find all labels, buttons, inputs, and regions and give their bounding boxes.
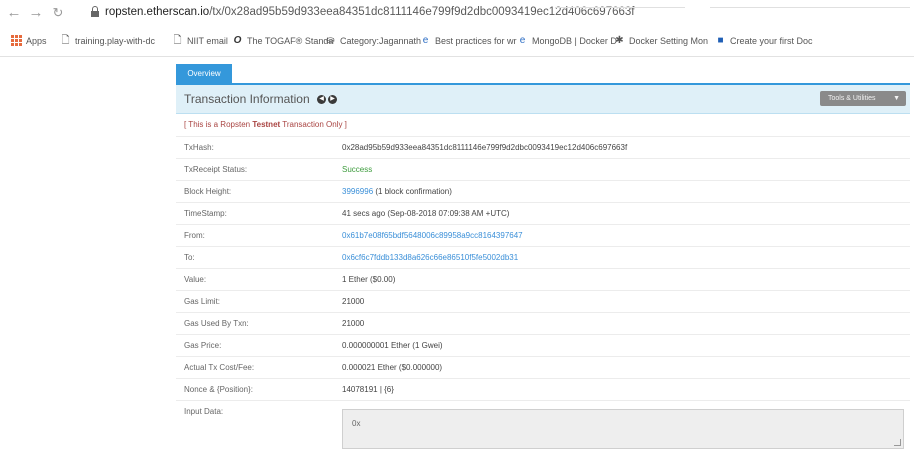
tab-overview[interactable]: Overview: [176, 64, 232, 83]
lock-icon[interactable]: [91, 6, 99, 18]
gas-price-value: 0.000000001 Ether (1 Gwei): [342, 341, 443, 350]
bookmark-mongodb[interactable]: e MongoDB | Docker D: [517, 35, 617, 46]
caret-down-icon: ▼: [893, 95, 900, 102]
bookmark-category[interactable]: ⛀ Category:Jagannath: [325, 35, 421, 46]
bookmark-create-doc[interactable]: ■ Create your first Doc: [715, 35, 813, 46]
row-label: Gas Used By Txn:: [184, 319, 249, 328]
docker-icon: ✱: [615, 35, 624, 46]
tx-fee-value: 0.000021 Ether ($0.000000): [342, 363, 443, 372]
tools-label: Tools & Utilities: [828, 95, 876, 102]
wiki-icon: ⛀: [326, 35, 335, 46]
block-confirmations: (1 block confirmation): [373, 187, 452, 196]
timestamp-value: 41 secs ago (Sep-08-2018 07:09:38 AM +UT…: [342, 209, 510, 218]
tools-utilities-button[interactable]: Tools & Utilities ▼: [820, 91, 906, 106]
row-label: Value:: [184, 275, 207, 284]
row-gas-price: Gas Price: 0.000000001 Ether (1 Gwei): [176, 334, 910, 357]
url-host: ropsten.etherscan.io: [105, 6, 210, 18]
testnet-notice: [ This is a Ropsten Testnet Transaction …: [184, 120, 347, 129]
row-to: To: 0x6cf6c7fddb133d8a626c66e86510f5fe50…: [176, 246, 910, 269]
row-tx-fee: Actual Tx Cost/Fee: 0.000021 Ether ($0.0…: [176, 356, 910, 379]
row-label: Actual Tx Cost/Fee:: [184, 363, 255, 372]
row-gas-used: Gas Used By Txn: 21000: [176, 312, 910, 335]
next-tx-icon[interactable]: ▶: [328, 95, 337, 104]
tab-divider: [710, 7, 910, 8]
prev-tx-icon[interactable]: ◀: [317, 95, 326, 104]
bookmark-label: MongoDB | Docker D: [532, 35, 617, 46]
panel-header: Transaction Information ◀ ▶ Tools & Util…: [176, 85, 910, 114]
tab-strip: Overview: [176, 64, 910, 85]
bookmark-label: NIIT email: [187, 35, 228, 46]
bookmarks-bar: Apps 🗋 training.play-with-dc 🗋 NIIT emai…: [0, 27, 914, 57]
row-label: To:: [184, 253, 195, 262]
bookmark-label: Apps: [26, 35, 47, 46]
row-label: Gas Limit:: [184, 297, 221, 306]
input-data-textarea[interactable]: 0x: [342, 409, 904, 449]
value-amount: 1 Ether ($0.00): [342, 275, 396, 284]
row-nonce: Nonce & {Position}: 14078191 | {6}: [176, 378, 910, 401]
bookmark-training[interactable]: 🗋 training.play-with-dc: [60, 35, 155, 46]
row-block-height: Block Height: 3996996 (1 block confirmat…: [176, 180, 910, 203]
blue-square-icon: ■: [717, 35, 724, 46]
forward-arrow-icon[interactable]: →: [28, 5, 44, 21]
bookmark-docker-setting[interactable]: ✱ Docker Setting Mon: [614, 35, 708, 46]
nonce-value: 14078191 | {6}: [342, 385, 394, 394]
row-value: Value: 1 Ether ($0.00): [176, 268, 910, 291]
row-status: TxReceipt Status: Success: [176, 158, 910, 181]
row-label: TxReceipt Status:: [184, 165, 248, 174]
reload-icon[interactable]: ↻: [50, 5, 66, 21]
gas-limit-value: 21000: [342, 297, 365, 306]
row-timestamp: TimeStamp: 41 secs ago (Sep-08-2018 07:0…: [176, 202, 910, 225]
bookmark-label: training.play-with-dc: [75, 35, 156, 46]
bookmark-label: Best practices for wr: [435, 35, 517, 46]
bookmark-label: Create your first Doc: [730, 35, 813, 46]
row-label: Input Data:: [184, 407, 224, 416]
row-label: From:: [184, 231, 205, 240]
input-data-value: 0x: [352, 419, 361, 428]
block-link[interactable]: 3996996: [342, 187, 373, 196]
bookmark-best-practices[interactable]: e Best practices for wr: [420, 35, 517, 46]
row-label: TimeStamp:: [184, 209, 227, 218]
edge-icon: e: [519, 35, 526, 46]
from-address-link[interactable]: 0x61b7e08f65bdf5648006c89958a9cc81643976…: [342, 231, 523, 240]
row-label: Gas Price:: [184, 341, 222, 350]
row-gas-limit: Gas Limit: 21000: [176, 290, 910, 313]
page-icon: 🗋: [173, 35, 182, 46]
back-arrow-icon[interactable]: ←: [6, 5, 22, 21]
togaf-icon: O: [233, 35, 242, 46]
resize-handle-icon[interactable]: [894, 439, 901, 446]
row-from: From: 0x61b7e08f65bdf5648006c89958a9cc81…: [176, 224, 910, 247]
panel-title: Transaction Information: [184, 92, 310, 106]
bookmark-label: Docker Setting Mon: [629, 35, 709, 46]
page-icon: 🗋: [61, 35, 70, 46]
block-height-value: 3996996 (1 block confirmation): [342, 187, 452, 196]
edge-icon: e: [422, 35, 429, 46]
status-value: Success: [342, 165, 373, 174]
tab-divider: [555, 7, 685, 8]
gas-used-value: 21000: [342, 319, 365, 328]
address-bar: ← → ↻ ropsten.etherscan.io/tx/0x28ad95b5…: [0, 0, 914, 28]
row-label: Block Height:: [184, 187, 232, 196]
row-label: TxHash:: [184, 143, 214, 152]
row-label: Nonce & {Position}:: [184, 385, 253, 394]
bookmark-togaf[interactable]: O The TOGAF® Standa: [232, 35, 334, 46]
apps-grid-icon: [11, 35, 22, 46]
txhash-value: 0x28ad95b59d933eea84351dc8111146e799f9d2…: [342, 143, 628, 152]
to-address-link[interactable]: 0x6cf6c7fddb133d8a626c66e86510f5fe5002db…: [342, 253, 518, 262]
bookmark-label: The TOGAF® Standa: [247, 35, 334, 46]
bookmark-apps[interactable]: Apps: [11, 35, 47, 46]
testnet-label: Testnet: [252, 120, 281, 129]
bookmark-niit-email[interactable]: 🗋 NIIT email: [172, 35, 228, 46]
transaction-page: Overview Transaction Information ◀ ▶ Too…: [176, 64, 910, 453]
row-txhash: TxHash: 0x28ad95b59d933eea84351dc8111146…: [176, 136, 910, 159]
bookmark-label: Category:Jagannath: [340, 35, 422, 46]
